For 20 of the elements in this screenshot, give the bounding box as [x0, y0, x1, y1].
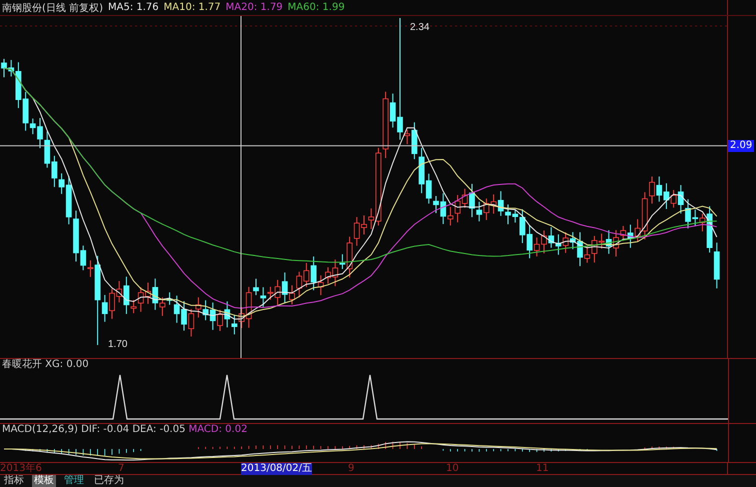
macd-title: MACD(12,26,9) DIF: -0.04 DEA: -0.05 MACD: 0.02 — [1, 424, 248, 436]
date-label: 2013/08/02/五 — [241, 463, 312, 476]
price-tag: 2.09 — [728, 140, 754, 152]
toolbar-tab[interactable]: 管理 — [62, 475, 86, 487]
toolbar-tab[interactable]: 模板 — [32, 475, 56, 487]
toolbar-tab[interactable]: 指标 — [2, 475, 26, 487]
moving-average-label: MA10: 1.77 — [164, 2, 221, 14]
signal-indicator-title: 春暖花开 XG: 0.00 — [1, 359, 90, 372]
date-label: 7 — [118, 463, 124, 474]
date-label: 2013年6 — [0, 463, 42, 474]
toolbar-tab[interactable]: 已存为 — [92, 475, 126, 487]
date-label: 10 — [446, 463, 459, 476]
chart-title: 南钢股份(日线 前复权) — [2, 2, 103, 15]
moving-average-label: MA60: 1.99 — [288, 2, 345, 14]
low-price-label: 1.70 — [108, 339, 128, 350]
moving-average-label: MA20: 1.79 — [226, 2, 283, 14]
moving-average-label: MA5: 1.76 — [108, 2, 159, 14]
high-price-label: 2.34 — [410, 22, 430, 34]
date-label: 11 — [536, 463, 549, 476]
date-label: 9 — [348, 463, 354, 476]
